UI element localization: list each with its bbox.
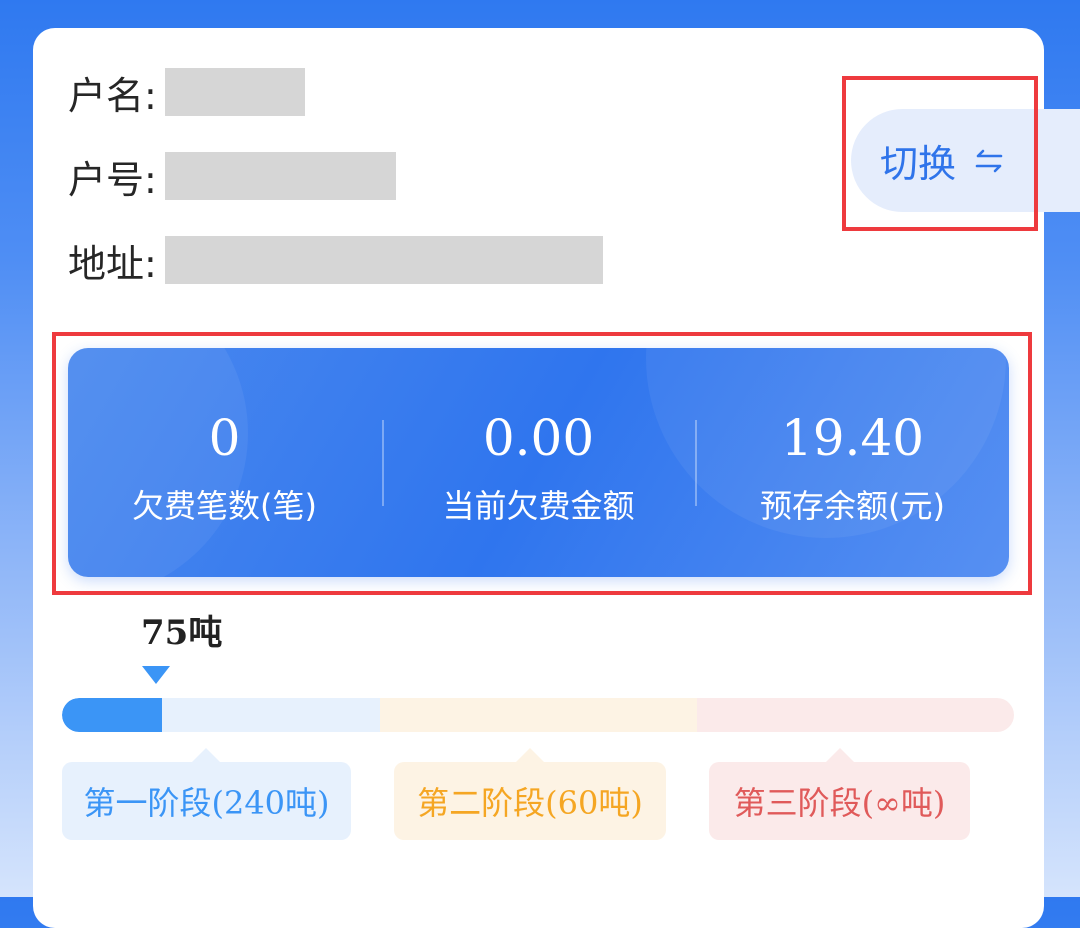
tier-1-pointer xyxy=(192,748,220,762)
account-name-label: 户名: xyxy=(68,73,157,118)
tier-2-label: 第二阶段(60吨) xyxy=(417,784,643,822)
tier-1-badge: 第一阶段(240吨) xyxy=(62,748,351,840)
account-number-label: 户号: xyxy=(68,157,157,202)
account-address-label: 地址: xyxy=(68,241,157,286)
tier-3-segment xyxy=(697,698,1014,732)
switch-highlight-box xyxy=(842,76,1038,231)
tier-2-pointer xyxy=(516,748,544,762)
current-usage-label: 75吨 xyxy=(141,613,223,653)
tier-3-label: 第三阶段(∞吨) xyxy=(733,784,946,822)
account-address-value xyxy=(164,236,603,284)
account-number-value xyxy=(164,152,396,200)
account-number-row: 户号: xyxy=(68,151,396,202)
tier-progress-track xyxy=(62,698,1014,732)
account-name-value xyxy=(164,68,305,116)
account-name-row: 户名: xyxy=(68,67,305,118)
tier-3-pointer xyxy=(826,748,854,762)
usage-progress-fill xyxy=(62,698,162,732)
tier-1-label: 第一阶段(240吨) xyxy=(83,784,330,822)
tier-2-segment xyxy=(380,698,697,732)
tier-3-badge: 第三阶段(∞吨) xyxy=(709,748,970,840)
billing-highlight-box xyxy=(52,332,1032,595)
tier-2-badge: 第二阶段(60吨) xyxy=(394,748,666,840)
account-address-row: 地址: xyxy=(68,235,603,286)
usage-marker-icon xyxy=(142,666,170,684)
